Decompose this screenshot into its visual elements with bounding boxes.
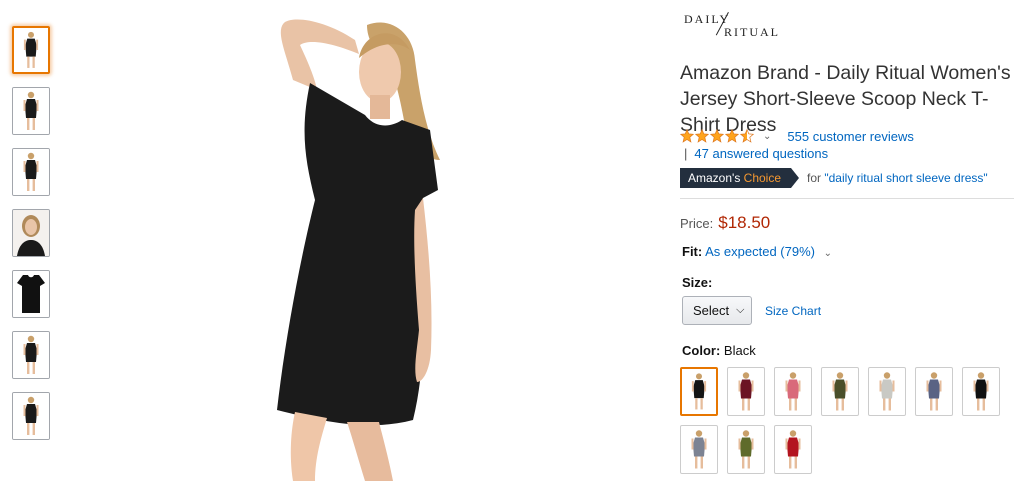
chevron-down-icon[interactable]: ⌄: [824, 248, 832, 259]
model-in-dress-illustration: [277, 19, 440, 481]
color-swatch-6[interactable]: [915, 367, 953, 416]
star-icon: [695, 129, 709, 143]
thumbnail-4[interactable]: [12, 209, 50, 257]
section-divider: [680, 198, 1014, 199]
color-swatch-5[interactable]: [868, 367, 906, 416]
thumbnail-3[interactable]: [12, 148, 50, 196]
badge-for-label: for: [807, 171, 822, 185]
size-chart-link[interactable]: Size Chart: [765, 304, 821, 318]
brand-logo-line2: RITUAL: [724, 25, 780, 39]
color-swatch-9[interactable]: [727, 425, 765, 474]
size-dropdown-value: Select: [693, 303, 730, 318]
brand-logo[interactable]: DAILY RITUAL: [684, 10, 804, 40]
thumbnail-1[interactable]: [12, 26, 50, 74]
color-swatch-1[interactable]: [680, 367, 718, 416]
fit-value-link[interactable]: As expected (79%): [705, 244, 815, 259]
badge-query-link[interactable]: "daily ritual short sleeve dress": [824, 171, 987, 185]
price-row: Price: $18.50: [680, 213, 770, 233]
star-icon: [725, 129, 739, 143]
fit-label: Fit:: [682, 244, 703, 259]
amazons-choice-row: Amazon's Choice for "daily ritual short …: [680, 168, 988, 188]
answered-questions-row: | 47 answered questions: [684, 146, 828, 161]
thumbnail-6[interactable]: [12, 331, 50, 379]
qa-separator: |: [684, 146, 688, 161]
badge-choice: Choice: [743, 171, 782, 185]
color-swatch-2[interactable]: [727, 367, 765, 416]
thumbnail-2[interactable]: [12, 87, 50, 135]
color-swatch-3[interactable]: [774, 367, 812, 416]
star-rating[interactable]: [680, 129, 755, 143]
badge-for-text: for "daily ritual short sleeve dress": [807, 171, 988, 185]
amazons-choice-badge[interactable]: Amazon's Choice: [680, 168, 800, 188]
badge-prefix: Amazon's: [688, 171, 741, 185]
thumbnail-7[interactable]: [12, 392, 50, 440]
color-swatch-10[interactable]: [774, 425, 812, 474]
color-swatch-4[interactable]: [821, 367, 859, 416]
size-label: Size:: [682, 275, 713, 290]
color-label: Color:: [682, 343, 721, 358]
price-value: $18.50: [718, 213, 771, 232]
customer-reviews-link[interactable]: 555 customer reviews: [787, 129, 913, 144]
size-dropdown[interactable]: Select ⌵: [682, 296, 752, 325]
thumbnail-5[interactable]: [12, 270, 50, 318]
star-icon: [740, 129, 754, 143]
price-label: Price:: [680, 216, 714, 231]
chevron-down-icon[interactable]: ⌄: [763, 131, 771, 142]
main-product-image[interactable]: [255, 10, 455, 481]
rating-row: ⌄ 555 customer reviews: [680, 127, 914, 145]
caret-down-icon: ⌵: [736, 304, 745, 316]
answered-questions-link[interactable]: 47 answered questions: [694, 146, 828, 161]
color-label-row: Color: Black: [682, 343, 756, 358]
star-icon: [710, 129, 724, 143]
fit-row: Fit: As expected (79%) ⌄: [682, 244, 832, 259]
color-swatch-7[interactable]: [962, 367, 1000, 416]
thumbnail-strip: [12, 26, 52, 453]
star-icon: [680, 129, 694, 143]
color-value: Black: [723, 343, 756, 358]
color-swatch-8[interactable]: [680, 425, 718, 474]
